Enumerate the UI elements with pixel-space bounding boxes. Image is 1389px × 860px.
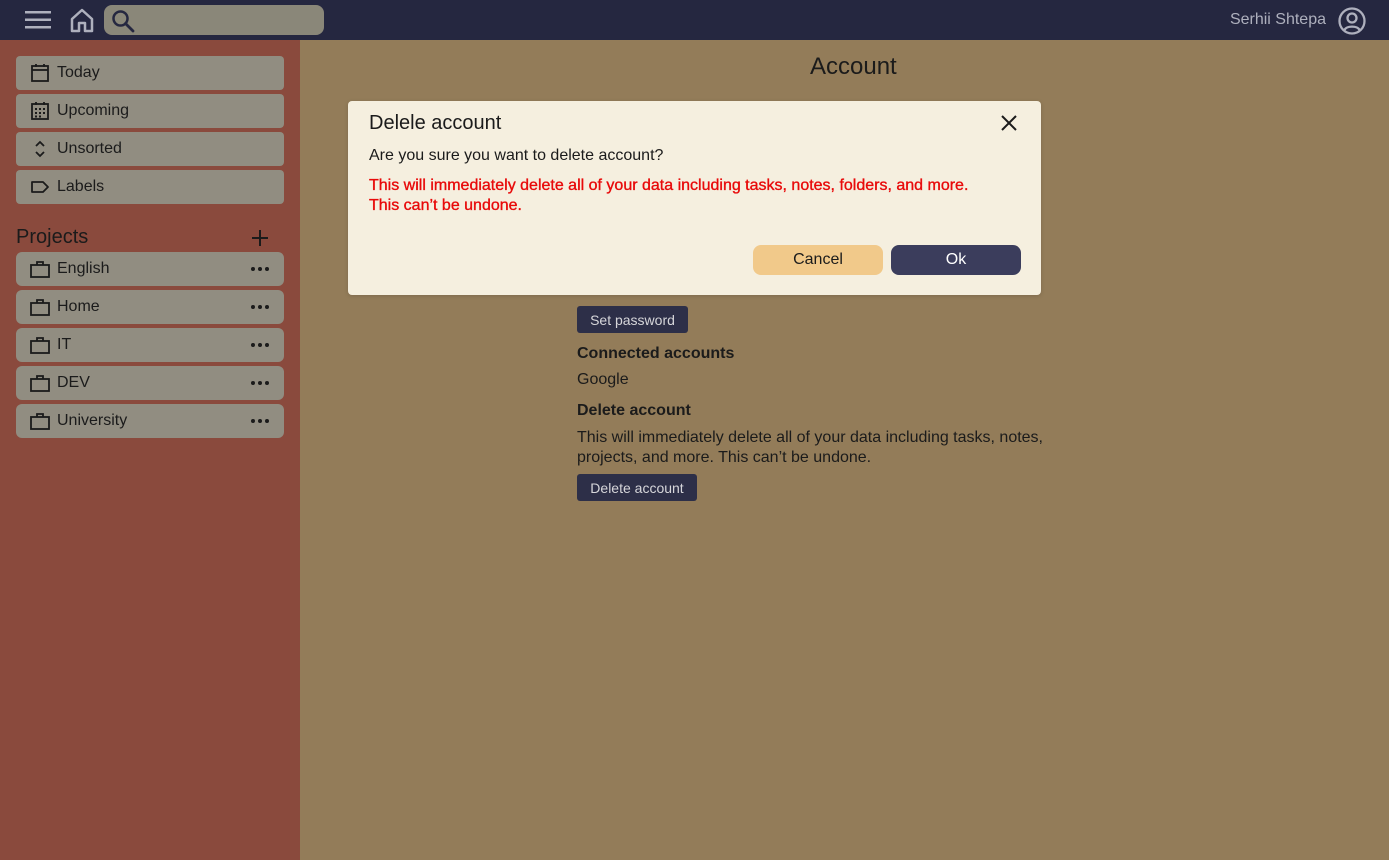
dialog-title: Delele account <box>369 112 502 134</box>
add-icon[interactable] <box>249 227 271 249</box>
calendar-icon <box>31 64 49 82</box>
sidebar: Today Upcoming Unsorted Labels Projects <box>0 40 300 860</box>
project-label: English <box>57 260 110 277</box>
more-options-icon[interactable] <box>250 413 270 429</box>
label-icon <box>31 181 49 193</box>
user-name: Serhii Shtepa <box>1229 11 1326 28</box>
project-label: Home <box>57 298 100 315</box>
projects-heading: Projects <box>16 226 89 248</box>
set-password-button[interactable]: Set password <box>577 306 688 333</box>
more-options-icon[interactable] <box>250 337 270 353</box>
briefcase-icon <box>30 299 50 316</box>
sidebar-item-labels[interactable]: Labels <box>16 170 284 204</box>
dialog-question: Are you sure you want to delete account? <box>369 147 664 164</box>
briefcase-icon <box>30 261 50 278</box>
project-item-it[interactable]: IT <box>16 328 284 362</box>
search-input[interactable] <box>104 5 324 35</box>
sidebar-item-today[interactable]: Today <box>16 56 284 90</box>
more-options-icon[interactable] <box>250 299 270 315</box>
briefcase-icon <box>30 337 50 354</box>
delete-description-line: This will immediately delete all of your… <box>577 429 1043 446</box>
briefcase-icon <box>30 413 50 430</box>
project-label: DEV <box>57 374 90 391</box>
project-label: University <box>57 412 128 429</box>
home-icon[interactable] <box>68 6 96 34</box>
cancel-button[interactable]: Cancel <box>753 245 883 275</box>
page-title: Account <box>810 53 897 80</box>
project-item-university[interactable]: University <box>16 404 284 438</box>
ok-button[interactable]: Ok <box>891 245 1021 275</box>
menu-icon[interactable] <box>22 8 54 32</box>
delete-account-heading: Delete account <box>577 402 691 419</box>
sidebar-item-label: Today <box>57 64 100 81</box>
sidebar-item-upcoming[interactable]: Upcoming <box>16 94 284 128</box>
warning-line: This can’t be undone. <box>369 197 522 214</box>
sidebar-item-label: Labels <box>57 178 105 195</box>
warning-line: This will immediately delete all of your… <box>369 177 969 194</box>
project-item-home[interactable]: Home <box>16 290 284 324</box>
sidebar-item-unsorted[interactable]: Unsorted <box>16 132 284 166</box>
dialog-warning: This will immediately delete all of your… <box>369 176 969 216</box>
sidebar-item-label: Unsorted <box>57 140 122 157</box>
delete-account-description: This will immediately delete all of your… <box>577 428 1043 468</box>
close-icon[interactable] <box>999 113 1019 133</box>
delete-account-button[interactable]: Delete account <box>577 474 697 501</box>
project-item-english[interactable]: English <box>16 252 284 286</box>
user-avatar-icon[interactable] <box>1337 6 1367 36</box>
top-bar: Serhii Shtepa <box>0 0 1389 40</box>
delete-description-line: projects, and more. This can’t be undone… <box>577 449 872 466</box>
calendar-grid-icon <box>31 102 49 120</box>
project-item-dev[interactable]: DEV <box>16 366 284 400</box>
more-options-icon[interactable] <box>250 375 270 391</box>
connected-accounts-heading: Connected accounts <box>577 345 735 362</box>
more-options-icon[interactable] <box>250 261 270 277</box>
briefcase-icon <box>30 375 50 392</box>
sort-icon <box>35 140 45 158</box>
connected-account-google: Google <box>577 371 629 388</box>
project-label: IT <box>57 336 72 353</box>
delete-account-dialog: Delele account Are you sure you want to … <box>348 101 1041 295</box>
sidebar-item-label: Upcoming <box>57 102 130 119</box>
